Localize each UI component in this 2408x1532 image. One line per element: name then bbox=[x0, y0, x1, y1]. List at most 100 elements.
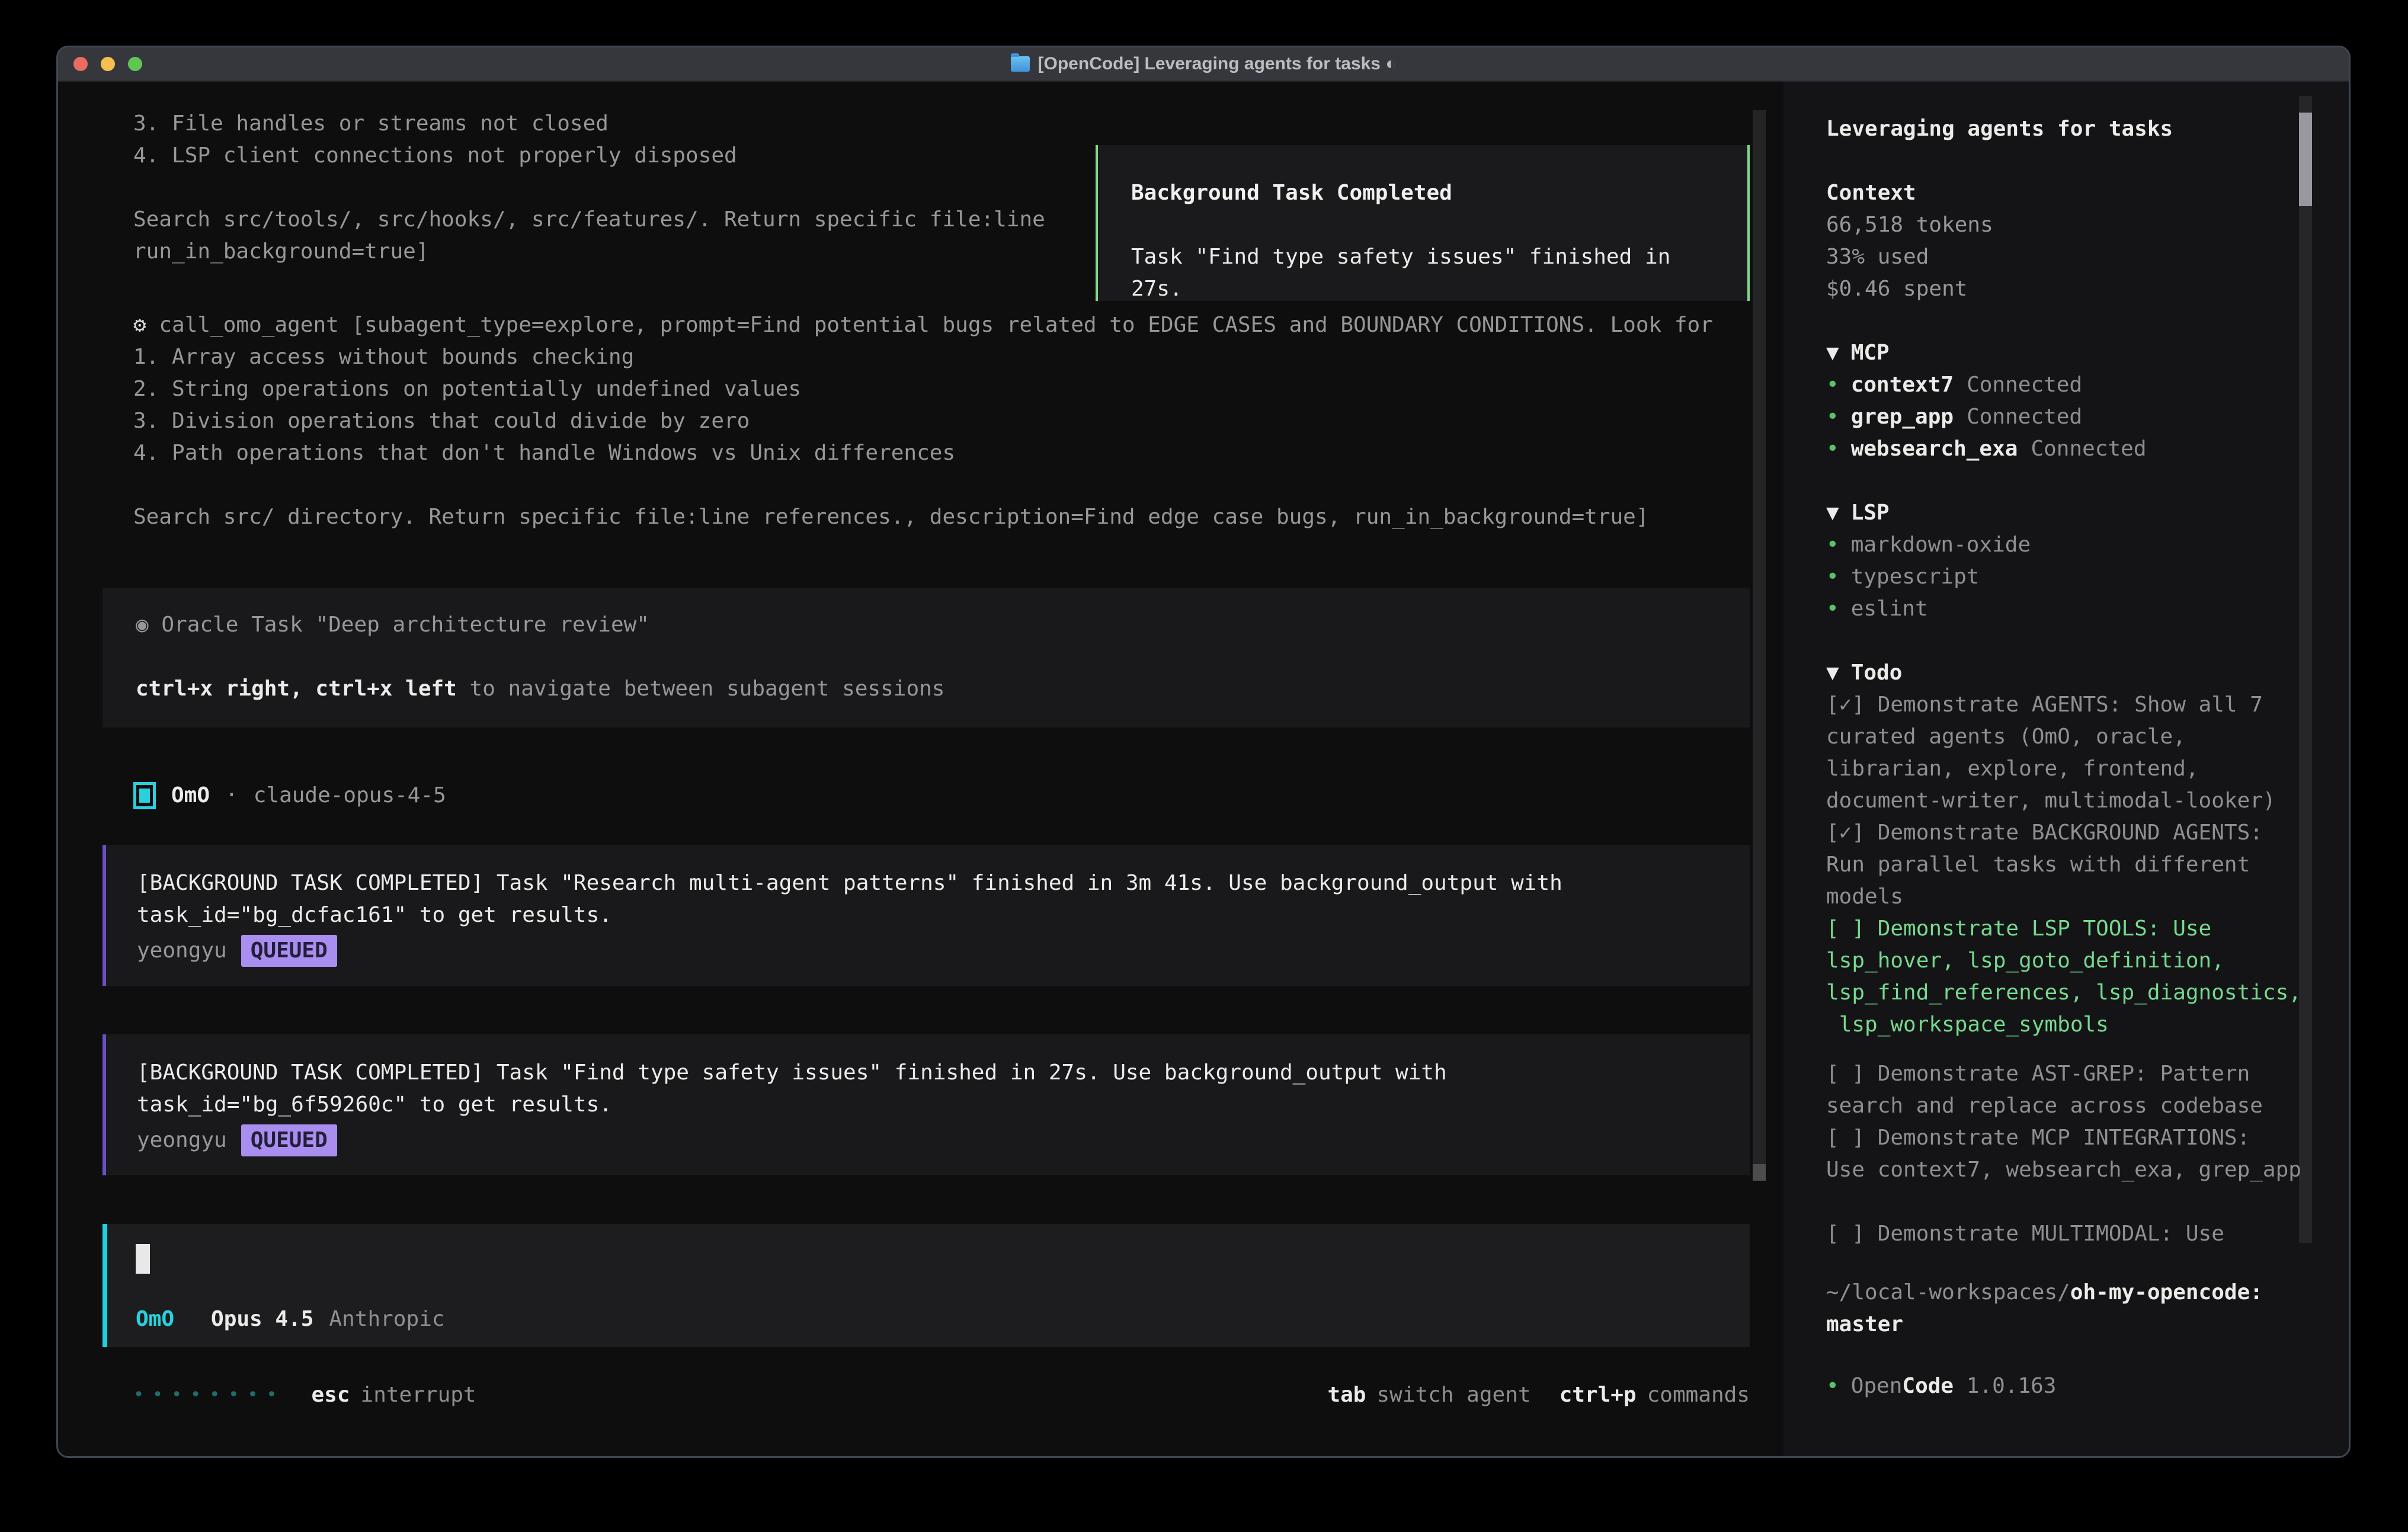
oracle-keybinding: ctrl+x right, ctrl+x left bbox=[136, 677, 457, 701]
fisheye-icon: ◉ bbox=[136, 613, 149, 637]
tool-call-line: ⚙ call_omo_agent [subagent_type=explore,… bbox=[133, 309, 1748, 341]
mcp-item-name: grep_app bbox=[1851, 405, 1954, 429]
chevron-down-icon: ▼ bbox=[1826, 661, 1839, 685]
terminal-content: 3. File handles or streams not closed 4.… bbox=[58, 82, 2349, 1458]
mcp-section: ▼ MCP • context7 Connected • grep_app Connect… bbox=[1826, 337, 2304, 465]
list-item: • eslint bbox=[1826, 593, 2304, 625]
workspace-repo: oh-my-opencode: bbox=[2070, 1280, 2263, 1305]
text-cursor bbox=[136, 1244, 150, 1274]
version-line: •OpenCode 1.0.163 bbox=[1826, 1370, 2304, 1402]
oracle-spacer bbox=[136, 641, 1717, 673]
task-2-status-badge: QUEUED bbox=[241, 1124, 337, 1156]
oracle-hint: to navigate between subagent sessions bbox=[457, 677, 945, 701]
model-row: OmO Opus 4.5 Anthropic bbox=[136, 1303, 445, 1335]
main-scrollbar[interactable] bbox=[1753, 110, 1766, 1181]
bullet-icon: • bbox=[1826, 405, 1839, 429]
context-used: 33% used bbox=[1826, 241, 2304, 273]
tool-call-items: 1. Array access without bounds checking … bbox=[133, 341, 1748, 533]
esc-key: esc bbox=[312, 1383, 350, 1407]
mcp-item-status: Connected bbox=[2031, 437, 2146, 461]
zoom-button[interactable] bbox=[128, 57, 142, 71]
window-title-group: [OpenCode] Leveraging agents for tasks ◐ bbox=[1011, 54, 1397, 74]
minimize-button[interactable] bbox=[101, 57, 115, 71]
bullet-icon: • bbox=[1826, 1374, 1839, 1398]
gear-icon: ⚙ bbox=[133, 313, 146, 337]
mcp-item-name: context7 bbox=[1851, 373, 1954, 397]
chevron-down-icon: ▼ bbox=[1826, 341, 1839, 365]
todo-item: [ ] Demonstrate MCP INTEGRATIONS: Use co… bbox=[1826, 1122, 2304, 1186]
progress-dots: •••••••• bbox=[133, 1379, 286, 1411]
task-2-user: yeongyu bbox=[137, 1124, 227, 1156]
lsp-label: LSP bbox=[1851, 501, 1890, 525]
notification-title: Background Task Completed bbox=[1131, 177, 1714, 209]
oracle-task-title-line: ◉ Oracle Task "Deep architecture review" bbox=[136, 609, 1717, 641]
bullet-icon: • bbox=[1826, 373, 1839, 397]
lsp-item-name: markdown-oxide bbox=[1851, 533, 2031, 557]
bullet-icon: • bbox=[1826, 565, 1839, 589]
context-tokens: 66,518 tokens bbox=[1826, 209, 2304, 241]
mcp-item-status: Connected bbox=[1967, 405, 2082, 429]
tab-hint: tabswitch agent bbox=[1327, 1379, 1530, 1411]
notification-body: Task "Find type safety issues" finished … bbox=[1131, 241, 1714, 305]
list-item: • typescript bbox=[1826, 561, 2304, 593]
context-spent: $0.46 spent bbox=[1826, 273, 2304, 305]
todo-item: [✓] Demonstrate AGENTS: Show all 7 curat… bbox=[1826, 689, 2304, 817]
workspace-branch: master bbox=[1826, 1309, 2304, 1341]
background-task-message-1: [BACKGROUND TASK COMPLETED] Task "Resear… bbox=[103, 845, 1750, 986]
lsp-heading[interactable]: ▼ LSP bbox=[1826, 497, 2304, 529]
workspace-prefix: ~/local-workspaces/ bbox=[1826, 1280, 2070, 1305]
todo-item: [✓] Demonstrate BACKGROUND AGENTS: Run p… bbox=[1826, 817, 2304, 913]
task-1-status-badge: QUEUED bbox=[241, 935, 337, 967]
todo-item: [ ] Demonstrate LSP TOOLS: Use lsp_hover… bbox=[1826, 913, 2304, 1041]
todo-heading[interactable]: ▼ Todo bbox=[1826, 657, 2304, 689]
folder-icon bbox=[1011, 56, 1030, 72]
background-task-notification: Background Task Completed Task "Find typ… bbox=[1096, 145, 1750, 301]
workspace-path: ~/local-workspaces/oh-my-opencode: maste… bbox=[1826, 1277, 2304, 1341]
tool-call-text: call_omo_agent [subagent_type=explore, p… bbox=[146, 313, 1713, 337]
task-1-text: [BACKGROUND TASK COMPLETED] Task "Resear… bbox=[137, 867, 1717, 931]
lsp-section: ▼ LSP • markdown-oxide • typescript • eslint bbox=[1826, 497, 2304, 625]
input-model-name: Opus 4.5 bbox=[211, 1303, 313, 1335]
esc-label: interrupt bbox=[361, 1383, 476, 1407]
task-2-text: [BACKGROUND TASK COMPLETED] Task "Find t… bbox=[137, 1057, 1717, 1121]
background-task-message-2: [BACKGROUND TASK COMPLETED] Task "Find t… bbox=[103, 1034, 1750, 1175]
agent-header: OmO · claude-opus-4-5 bbox=[133, 780, 446, 812]
dot-separator: · bbox=[225, 780, 238, 812]
bullet-icon: • bbox=[1826, 597, 1839, 621]
list-item: • markdown-oxide bbox=[1826, 529, 2304, 561]
status-bar-right: tabswitch agent ctrl+pcommands bbox=[1327, 1379, 1750, 1411]
lsp-item-name: typescript bbox=[1851, 565, 1980, 589]
mcp-label: MCP bbox=[1851, 341, 1890, 365]
oracle-hint-line: ctrl+x right, ctrl+x left to navigate be… bbox=[136, 673, 1717, 705]
input-provider-name: Anthropic bbox=[329, 1303, 444, 1335]
esc-hint: esc interrupt bbox=[312, 1379, 476, 1411]
lsp-item-name: eslint bbox=[1851, 597, 1928, 621]
list-item: • grep_app Connected bbox=[1826, 401, 2304, 433]
prompt-input[interactable]: OmO Opus 4.5 Anthropic bbox=[103, 1224, 1750, 1347]
main-scrollbar-thumb[interactable] bbox=[1753, 1164, 1766, 1181]
bullet-icon: • bbox=[1826, 533, 1839, 557]
session-title: Leveraging agents for tasks bbox=[1826, 113, 2304, 145]
tab-key: tab bbox=[1327, 1383, 1366, 1407]
opencode-window: [OpenCode] Leveraging agents for tasks ◐… bbox=[56, 46, 2351, 1458]
notification-spacer bbox=[1131, 209, 1714, 241]
chevron-down-icon: ▼ bbox=[1826, 501, 1839, 525]
close-button[interactable] bbox=[73, 57, 88, 71]
todo-label: Todo bbox=[1851, 661, 1903, 685]
commands-label: commands bbox=[1647, 1383, 1750, 1407]
mcp-item-name: websearch_exa bbox=[1851, 437, 2018, 461]
agent-model: claude-opus-4-5 bbox=[254, 780, 446, 812]
mcp-item-status: Connected bbox=[1967, 373, 2082, 397]
task-1-user: yeongyu bbox=[137, 935, 227, 967]
context-heading: Context bbox=[1826, 177, 2304, 209]
version-name-bold: Code bbox=[1902, 1374, 1954, 1398]
oracle-task-title: Oracle Task "Deep architecture review" bbox=[149, 613, 649, 637]
mcp-heading[interactable]: ▼ MCP bbox=[1826, 337, 2304, 369]
tool-call-block: ⚙ call_omo_agent [subagent_type=explore,… bbox=[133, 309, 1748, 533]
task-1-meta: yeongyu QUEUED bbox=[137, 935, 1717, 967]
title-bar[interactable]: [OpenCode] Leveraging agents for tasks ◐ bbox=[58, 47, 2349, 82]
version-number: 1.0.163 bbox=[1954, 1374, 2056, 1398]
agent-square-icon bbox=[133, 782, 156, 809]
context-section: Context 66,518 tokens 33% used $0.46 spe… bbox=[1826, 177, 2304, 305]
list-item: •websearch_exaConnected bbox=[1826, 433, 2304, 465]
